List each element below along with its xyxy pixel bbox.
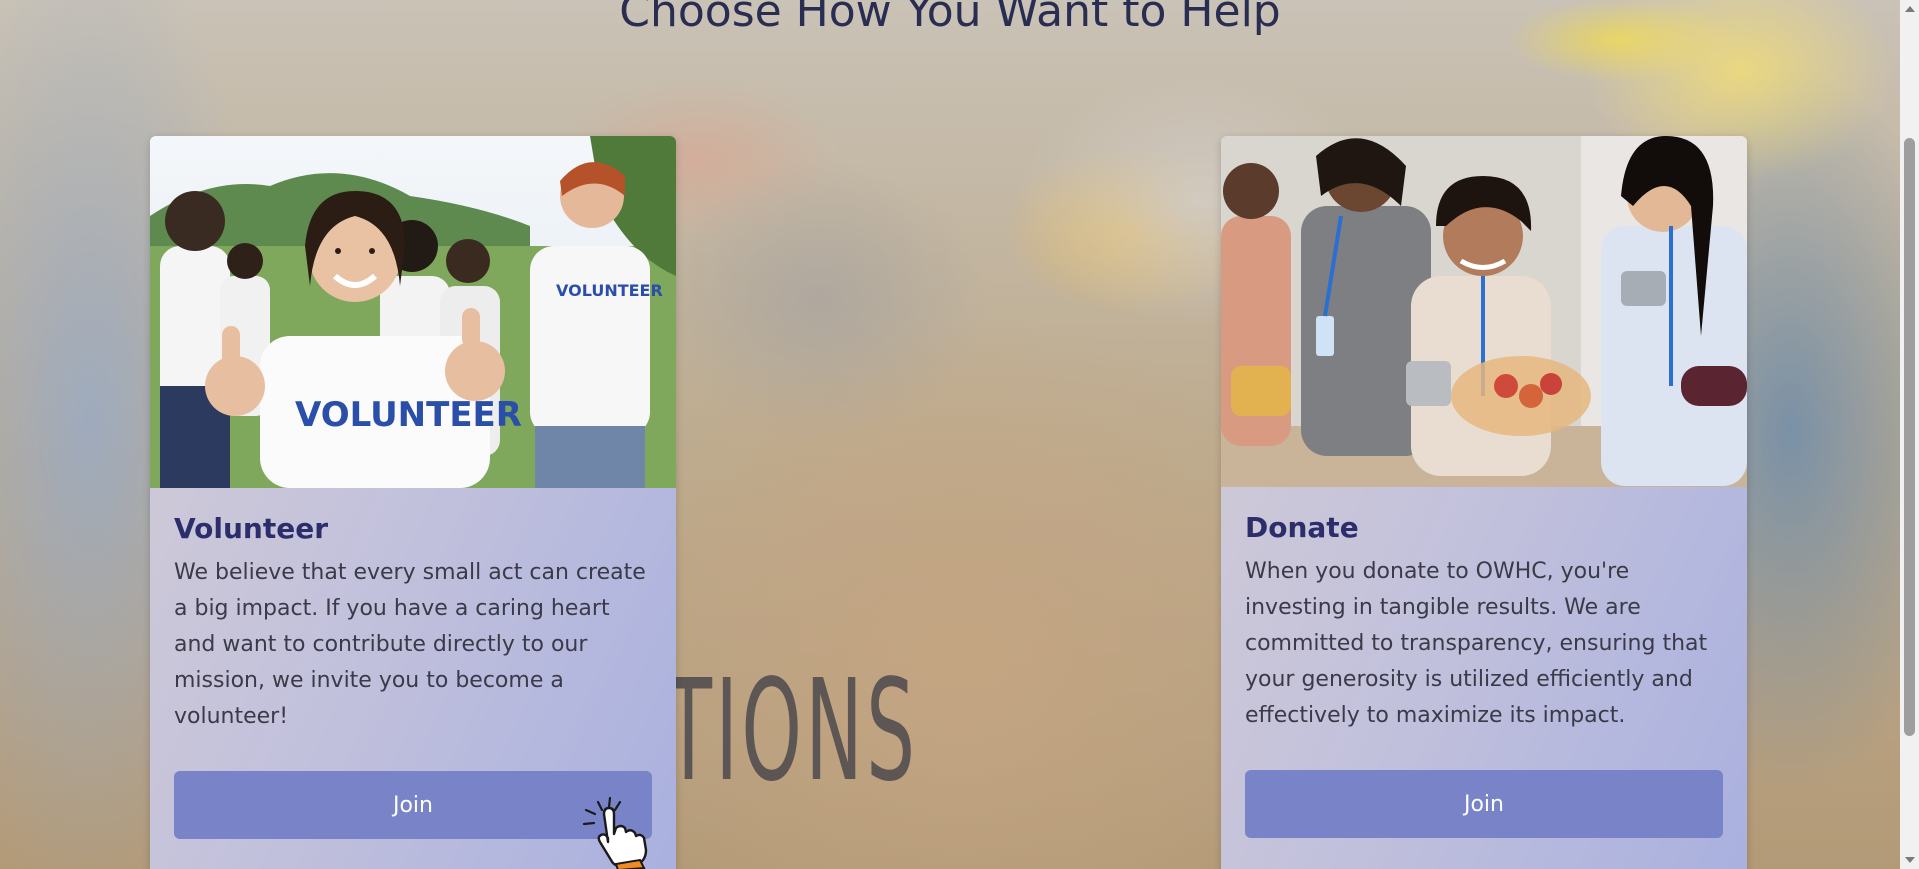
svg-text:VOLUNTEER: VOLUNTEER [556, 281, 663, 300]
volunteer-image: VOLUNTEER VOLUNTEER [150, 136, 676, 488]
scrollbar-thumb[interactable] [1904, 138, 1915, 736]
scroll-up-arrow-icon[interactable] [1905, 6, 1915, 12]
volunteer-shirt-text: VOLUNTEER [295, 395, 522, 435]
box-lettering: TIONS [665, 650, 919, 813]
donate-join-button[interactable]: Join [1245, 770, 1723, 838]
volunteer-title: Volunteer [174, 512, 329, 545]
donate-card: Donate When you donate to OWHC, you're i… [1221, 136, 1747, 869]
volunteer-description: We believe that every small act can crea… [174, 560, 646, 729]
volunteer-photo: VOLUNTEER VOLUNTEER [150, 136, 676, 488]
hand-pointer-icon [582, 796, 648, 869]
page: TIONS Choose How You Want to Help VOLUNT… [0, 0, 1919, 869]
donate-description: When you donate to OWHC, you're investin… [1245, 559, 1708, 728]
donate-card-body: Donate When you donate to OWHC, you're i… [1221, 487, 1747, 838]
vertical-scrollbar[interactable] [1900, 0, 1919, 869]
donate-photo [1221, 136, 1747, 487]
donate-title: Donate [1245, 511, 1359, 544]
volunteer-card: VOLUNTEER VOLUNTEER Volunteer We believe… [150, 136, 676, 869]
volunteer-card-body: Volunteer We believe that every small ac… [150, 488, 676, 839]
donate-image [1221, 136, 1747, 487]
scroll-down-arrow-icon[interactable] [1905, 857, 1915, 863]
section-heading: Choose How You Want to Help [619, 0, 1281, 37]
